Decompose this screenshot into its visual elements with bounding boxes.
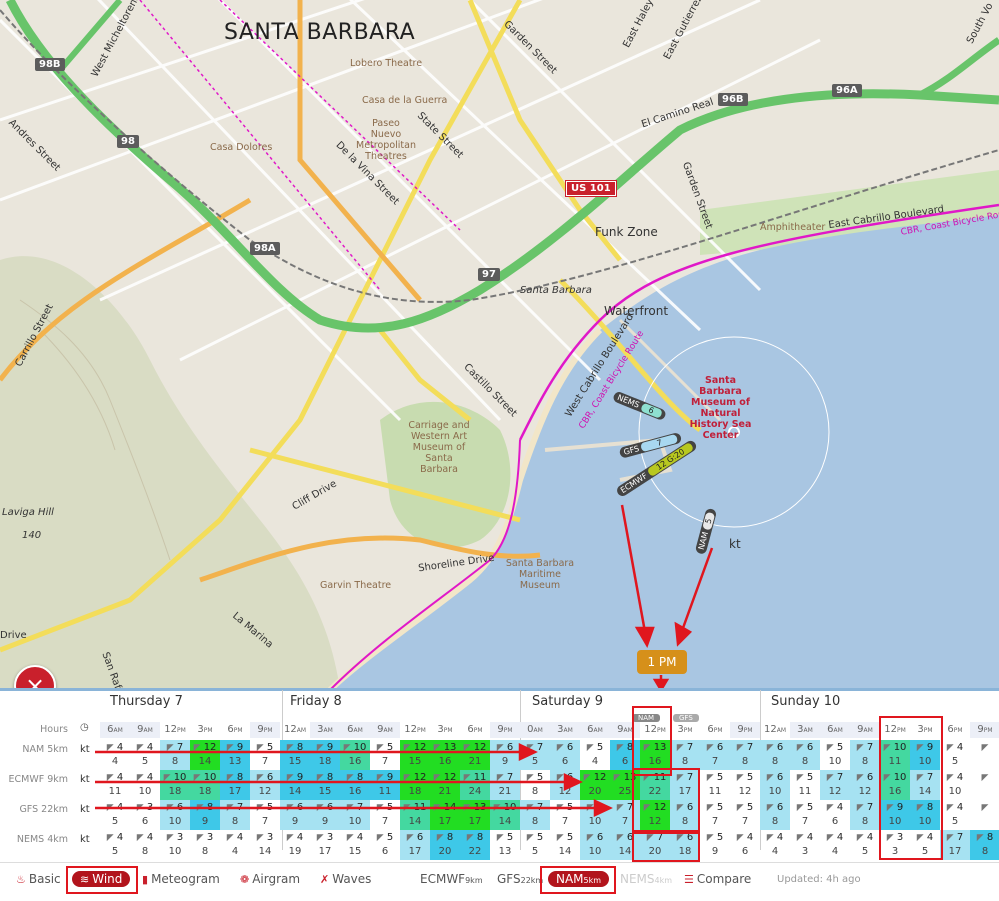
tab-airgram-label: Airgram: [252, 872, 301, 886]
airgram-icon: ❁: [240, 873, 250, 886]
model-name: ECMWF: [420, 872, 466, 886]
meteogram-icon: ▮: [142, 873, 149, 886]
model-gfs[interactable]: GFS22km: [497, 872, 543, 886]
updated-status: Updated: 4h ago: [777, 874, 861, 885]
model-ecmwf[interactable]: ECMWF9km: [420, 872, 483, 886]
model-res: 9km: [465, 876, 483, 885]
compare-label: Compare: [696, 872, 752, 886]
tab-meteogram[interactable]: ▮ Meteogram: [142, 872, 220, 886]
model-name: NEMS: [620, 872, 655, 886]
model-name: GFS: [497, 872, 521, 886]
tab-waves-label: Waves: [332, 872, 372, 886]
compare-icon: ☰: [684, 873, 694, 886]
tab-meteogram-label: Meteogram: [151, 872, 220, 886]
highlight-box: [540, 866, 616, 894]
tab-basic-label: Basic: [28, 872, 61, 886]
compare-button[interactable]: ☰ Compare: [684, 872, 751, 886]
tab-basic[interactable]: ♨ Basic: [16, 872, 61, 886]
basic-icon: ♨: [16, 873, 26, 886]
model-nems[interactable]: NEMS4km: [620, 872, 672, 886]
tab-waves[interactable]: ✗ Waves: [320, 872, 371, 886]
annotation-arrows: [95, 743, 613, 817]
model-res: 4km: [654, 876, 673, 885]
waves-icon: ✗: [320, 873, 330, 886]
highlight-box: [66, 866, 138, 894]
tab-airgram[interactable]: ❁ Airgram: [240, 872, 300, 886]
